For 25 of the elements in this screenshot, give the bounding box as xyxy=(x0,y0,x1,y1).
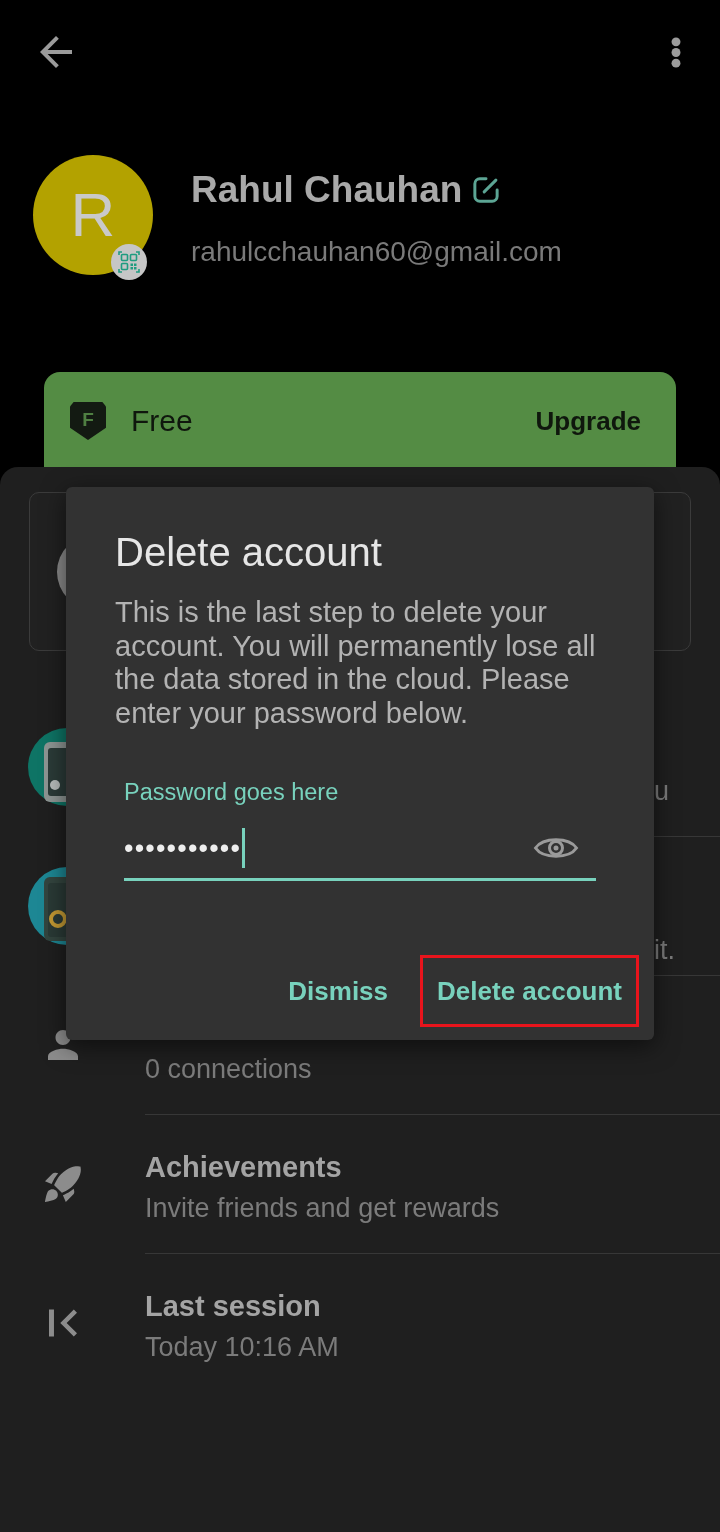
profile-name: Rahul Chauhan xyxy=(191,168,463,212)
edit-icon[interactable] xyxy=(473,177,500,203)
password-field[interactable]: Password goes here ••••••••••• xyxy=(124,778,596,881)
plan-name: Free xyxy=(131,403,193,439)
first-page-icon xyxy=(49,1308,77,1337)
avatar: R xyxy=(33,155,153,275)
dialog-message: This is the last step to delete your account. You will permanently lose all the data stored in the cloud. Please enter your password below. xyxy=(115,596,597,730)
row-title: Achievements xyxy=(145,1149,342,1185)
row-subtitle: it. xyxy=(654,934,675,967)
upgrade-button[interactable]: Upgrade xyxy=(535,402,641,440)
dialog-title: Delete account xyxy=(115,529,382,576)
dialog-button[interactable]: Delete account xyxy=(420,955,639,1027)
plan-logo: F xyxy=(70,402,106,440)
row-subtitle: Today 10:16 AM xyxy=(145,1330,339,1364)
rocket-icon xyxy=(45,1165,81,1202)
qr-code-icon[interactable] xyxy=(111,244,147,280)
person-icon xyxy=(48,1029,78,1060)
back-icon[interactable] xyxy=(40,36,72,68)
dialog-button[interactable]: Dismiss xyxy=(271,955,406,1027)
profile-email: rahulcchauhan60@gmail.com xyxy=(191,235,562,269)
row-subtitle: Invite friends and get rewards xyxy=(145,1191,500,1225)
row-subtitle: u xyxy=(654,775,670,808)
more-options-icon[interactable] xyxy=(670,36,682,68)
row-title: Last session xyxy=(145,1288,321,1324)
row-subtitle: 0 connections xyxy=(145,1052,312,1086)
